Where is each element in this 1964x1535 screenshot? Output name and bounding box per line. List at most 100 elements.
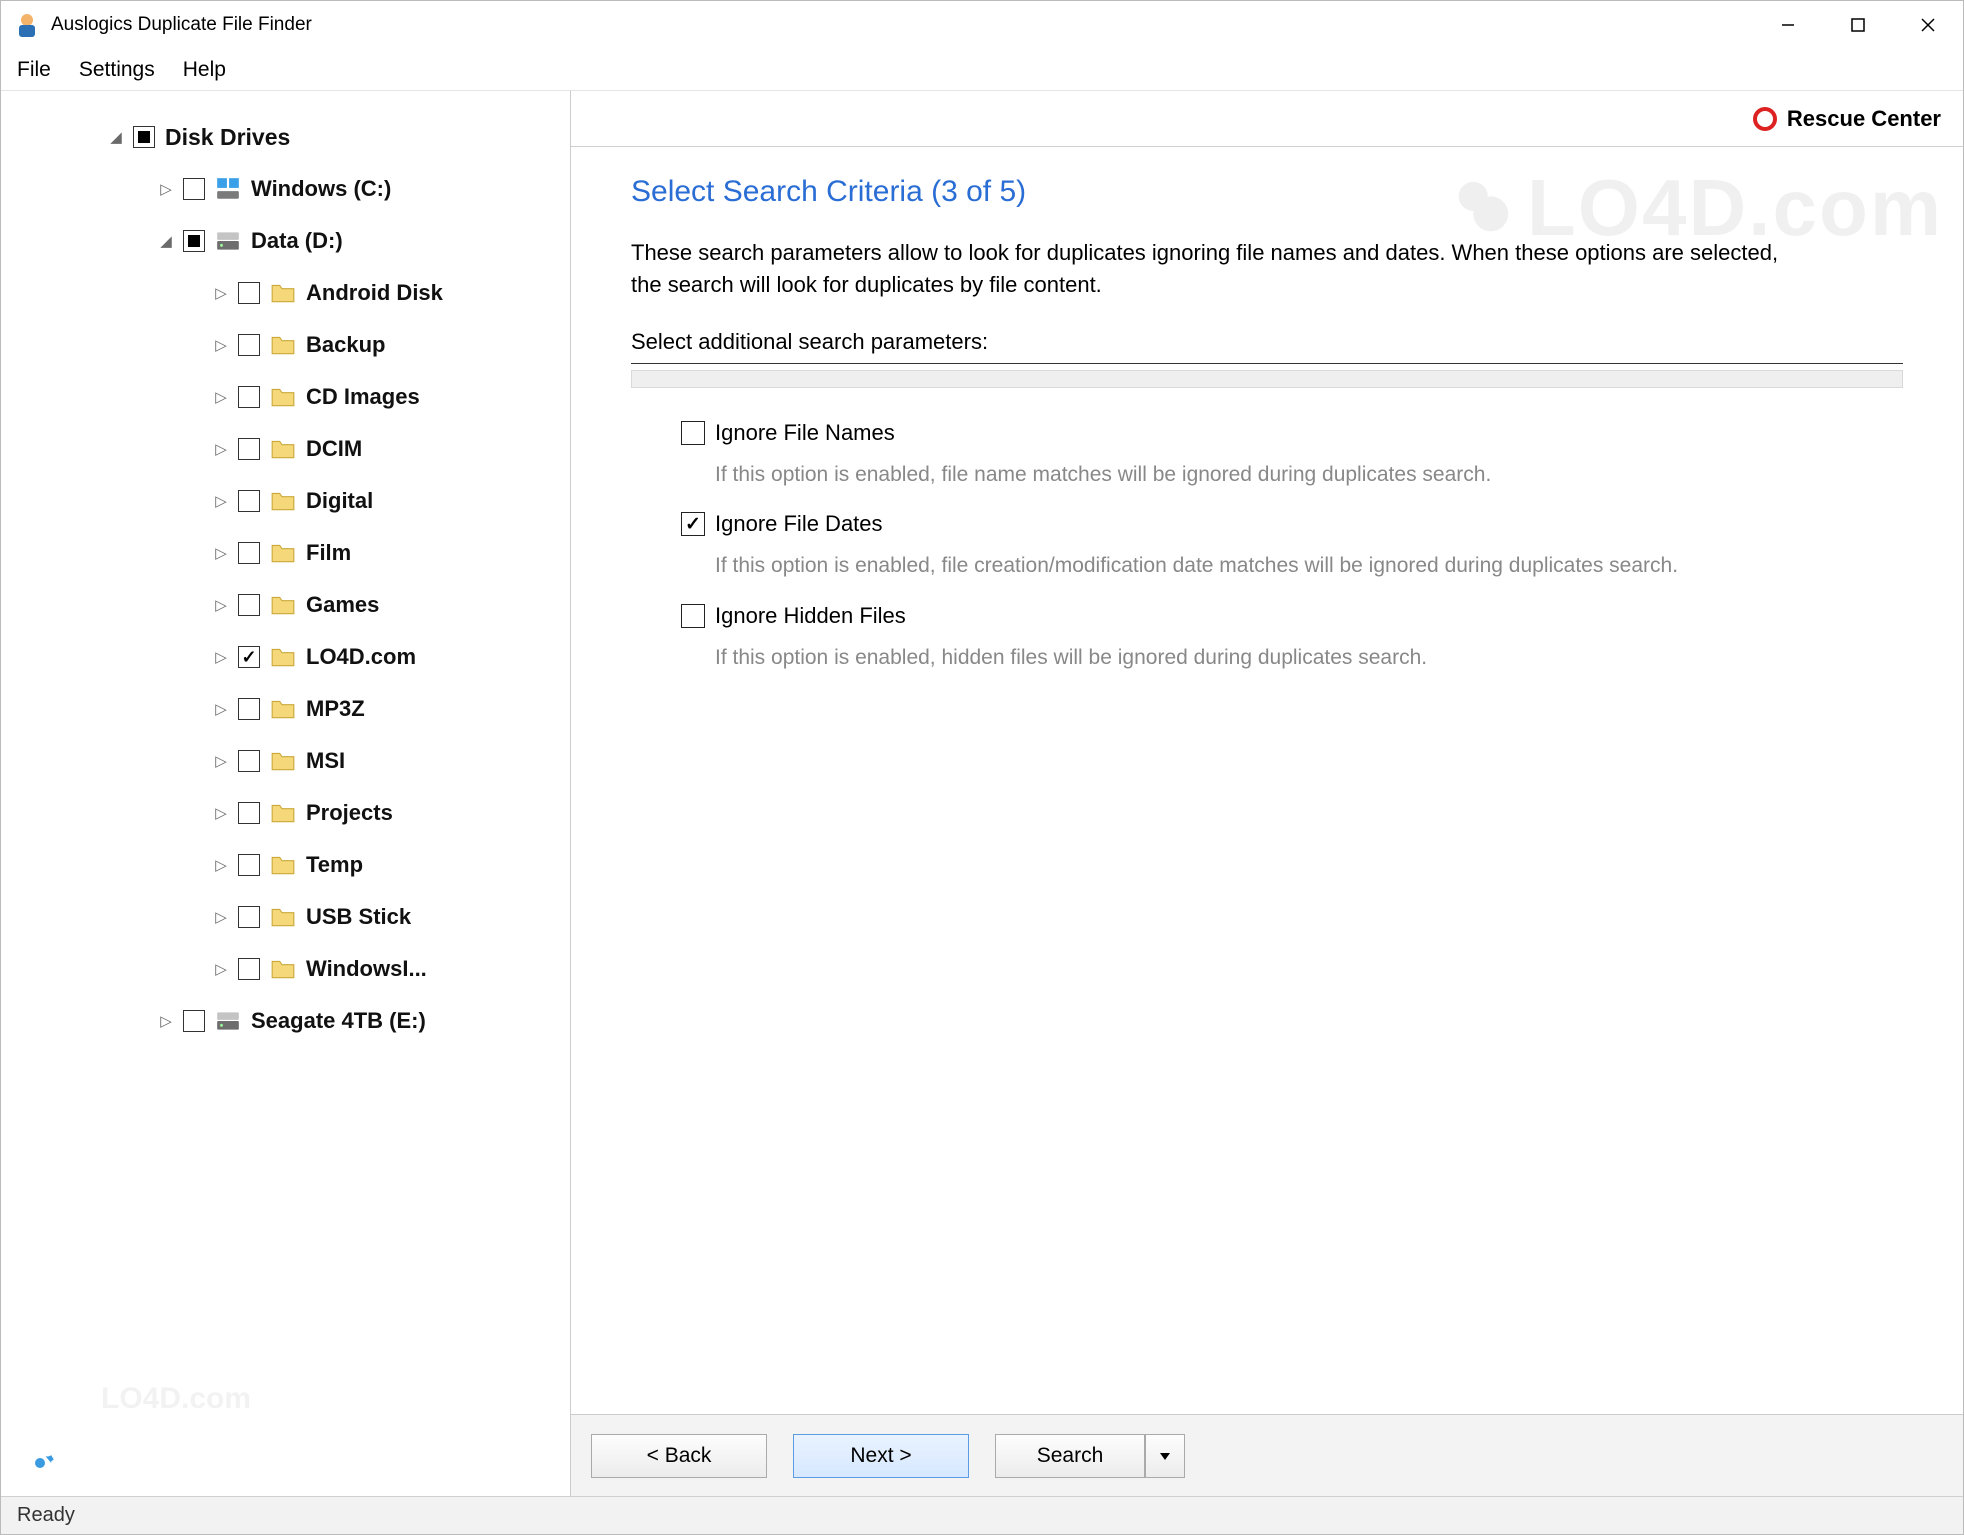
tree-checkbox[interactable] (238, 854, 260, 876)
tree-folder-label: USB Stick (306, 904, 411, 930)
main-header: Rescue Center (571, 91, 1963, 147)
tree-drive-label: Data (D:) (251, 228, 343, 254)
expander-icon[interactable]: ▷ (212, 960, 230, 978)
folder-icon (270, 644, 296, 670)
tree-checkbox[interactable] (238, 646, 260, 668)
tree-drive[interactable]: ◢ Data (D:) (17, 215, 566, 267)
tree-folder[interactable]: ▷LO4D.com (17, 631, 566, 683)
menu-file[interactable]: File (17, 58, 51, 82)
rescue-center-link[interactable]: Rescue Center (1787, 106, 1941, 132)
expander-icon[interactable]: ▷ (212, 648, 230, 666)
tree-checkbox[interactable] (238, 958, 260, 980)
tree-folder-label: Android Disk (306, 280, 443, 306)
tree-folder-label: Film (306, 540, 351, 566)
close-button[interactable] (1893, 1, 1963, 49)
tree-folder[interactable]: ▷ Projects (17, 787, 566, 839)
menu-settings[interactable]: Settings (79, 58, 155, 82)
expander-icon[interactable]: ▷ (212, 856, 230, 874)
expander-icon[interactable]: ◢ (157, 232, 175, 250)
maximize-button[interactable] (1823, 1, 1893, 49)
folder-icon (270, 488, 296, 514)
tree-folder[interactable]: ▷ Digital (17, 475, 566, 527)
tree-folder[interactable]: ▷CD Images (17, 371, 566, 423)
expander-icon[interactable]: ▷ (212, 388, 230, 406)
tree-checkbox[interactable] (238, 750, 260, 772)
option-label: Ignore File Dates (715, 511, 883, 537)
wizard-footer: < Back Next > Search (571, 1414, 1963, 1496)
tree-checkbox[interactable] (238, 438, 260, 460)
tree-folder-label: MP3Z (306, 696, 365, 722)
tree-checkbox[interactable] (183, 178, 205, 200)
tree-checkbox[interactable] (183, 230, 205, 252)
expander-icon[interactable]: ▷ (212, 492, 230, 510)
expander-icon[interactable]: ▷ (157, 1012, 175, 1030)
search-option: Ignore Hidden FilesIf this option is ena… (681, 603, 1781, 672)
folder-icon (270, 748, 296, 774)
tree-checkbox[interactable] (183, 1010, 205, 1032)
tree-folder-label: Backup (306, 332, 385, 358)
option-checkbox[interactable] (681, 604, 705, 628)
tree-checkbox[interactable] (238, 542, 260, 564)
tree-folder[interactable]: ▷ USB Stick (17, 891, 566, 943)
tree-checkbox[interactable] (238, 802, 260, 824)
tree-checkbox[interactable] (238, 386, 260, 408)
tree-folder[interactable]: ▷ Android Disk (17, 267, 566, 319)
tree-folder-label: Projects (306, 800, 393, 826)
rescue-center-icon (1753, 107, 1777, 131)
folder-icon (270, 384, 296, 410)
tree-checkbox[interactable] (238, 906, 260, 928)
expander-icon[interactable]: ▷ (212, 700, 230, 718)
tree-folder[interactable]: ▷Games (17, 579, 566, 631)
divider (631, 363, 1903, 364)
tree-checkbox[interactable] (238, 698, 260, 720)
tree-checkbox[interactable] (238, 490, 260, 512)
expander-icon[interactable]: ▷ (212, 336, 230, 354)
option-description: If this option is enabled, file creation… (715, 551, 1781, 580)
app-icon (13, 11, 41, 39)
option-label: Ignore Hidden Files (715, 603, 906, 629)
search-dropdown[interactable] (1145, 1434, 1185, 1478)
tree-folder[interactable]: ▷ MP3Z (17, 683, 566, 735)
expander-icon[interactable]: ▷ (212, 544, 230, 562)
drive-icon (215, 228, 241, 254)
tree-checkbox[interactable] (133, 126, 155, 148)
expander-icon[interactable]: ▷ (212, 752, 230, 770)
tree-root[interactable]: ◢ Disk Drives (17, 111, 566, 163)
tree-folder[interactable]: ▷WindowsI... (17, 943, 566, 995)
tree-folder[interactable]: ▷ Film (17, 527, 566, 579)
option-checkbox[interactable] (681, 421, 705, 445)
search-option: Ignore File Dates If this option is enabl… (681, 511, 1781, 580)
menu-help[interactable]: Help (183, 58, 226, 82)
status-text: Ready (17, 1504, 75, 1527)
expander-icon[interactable]: ▷ (212, 804, 230, 822)
tree-drive[interactable]: ▷Windows (C:) (17, 163, 566, 215)
search-button[interactable]: Search (995, 1434, 1145, 1478)
window-title: Auslogics Duplicate File Finder (51, 14, 312, 36)
tree-folder-label: Temp (306, 852, 363, 878)
tree-checkbox[interactable] (238, 282, 260, 304)
drive-icon (215, 1008, 241, 1034)
expander-icon[interactable]: ▷ (212, 908, 230, 926)
tree-drive[interactable]: ▷Seagate 4TB (E:) (17, 995, 566, 1047)
settings-gear-icon[interactable] (25, 1448, 55, 1478)
back-button[interactable]: < Back (591, 1434, 767, 1478)
tree-checkbox[interactable] (238, 334, 260, 356)
tree-checkbox[interactable] (238, 594, 260, 616)
expander-icon[interactable]: ▷ (212, 596, 230, 614)
tree-folder[interactable]: ▷DCIM (17, 423, 566, 475)
expander-icon[interactable]: ▷ (212, 284, 230, 302)
option-checkbox[interactable] (681, 512, 705, 536)
next-button[interactable]: Next > (793, 1434, 969, 1478)
tree-folder[interactable]: ▷MSI (17, 735, 566, 787)
folder-icon (270, 280, 296, 306)
minimize-button[interactable] (1753, 1, 1823, 49)
drive-icon (215, 176, 241, 202)
expander-icon[interactable]: ▷ (157, 180, 175, 198)
tree-folder[interactable]: ▷ Temp (17, 839, 566, 891)
expander-icon[interactable]: ◢ (107, 128, 125, 146)
tree-root-label: Disk Drives (165, 124, 290, 151)
folder-icon (270, 592, 296, 618)
tree-folder-label: Digital (306, 488, 373, 514)
tree-folder[interactable]: ▷ Backup (17, 319, 566, 371)
expander-icon[interactable]: ▷ (212, 440, 230, 458)
